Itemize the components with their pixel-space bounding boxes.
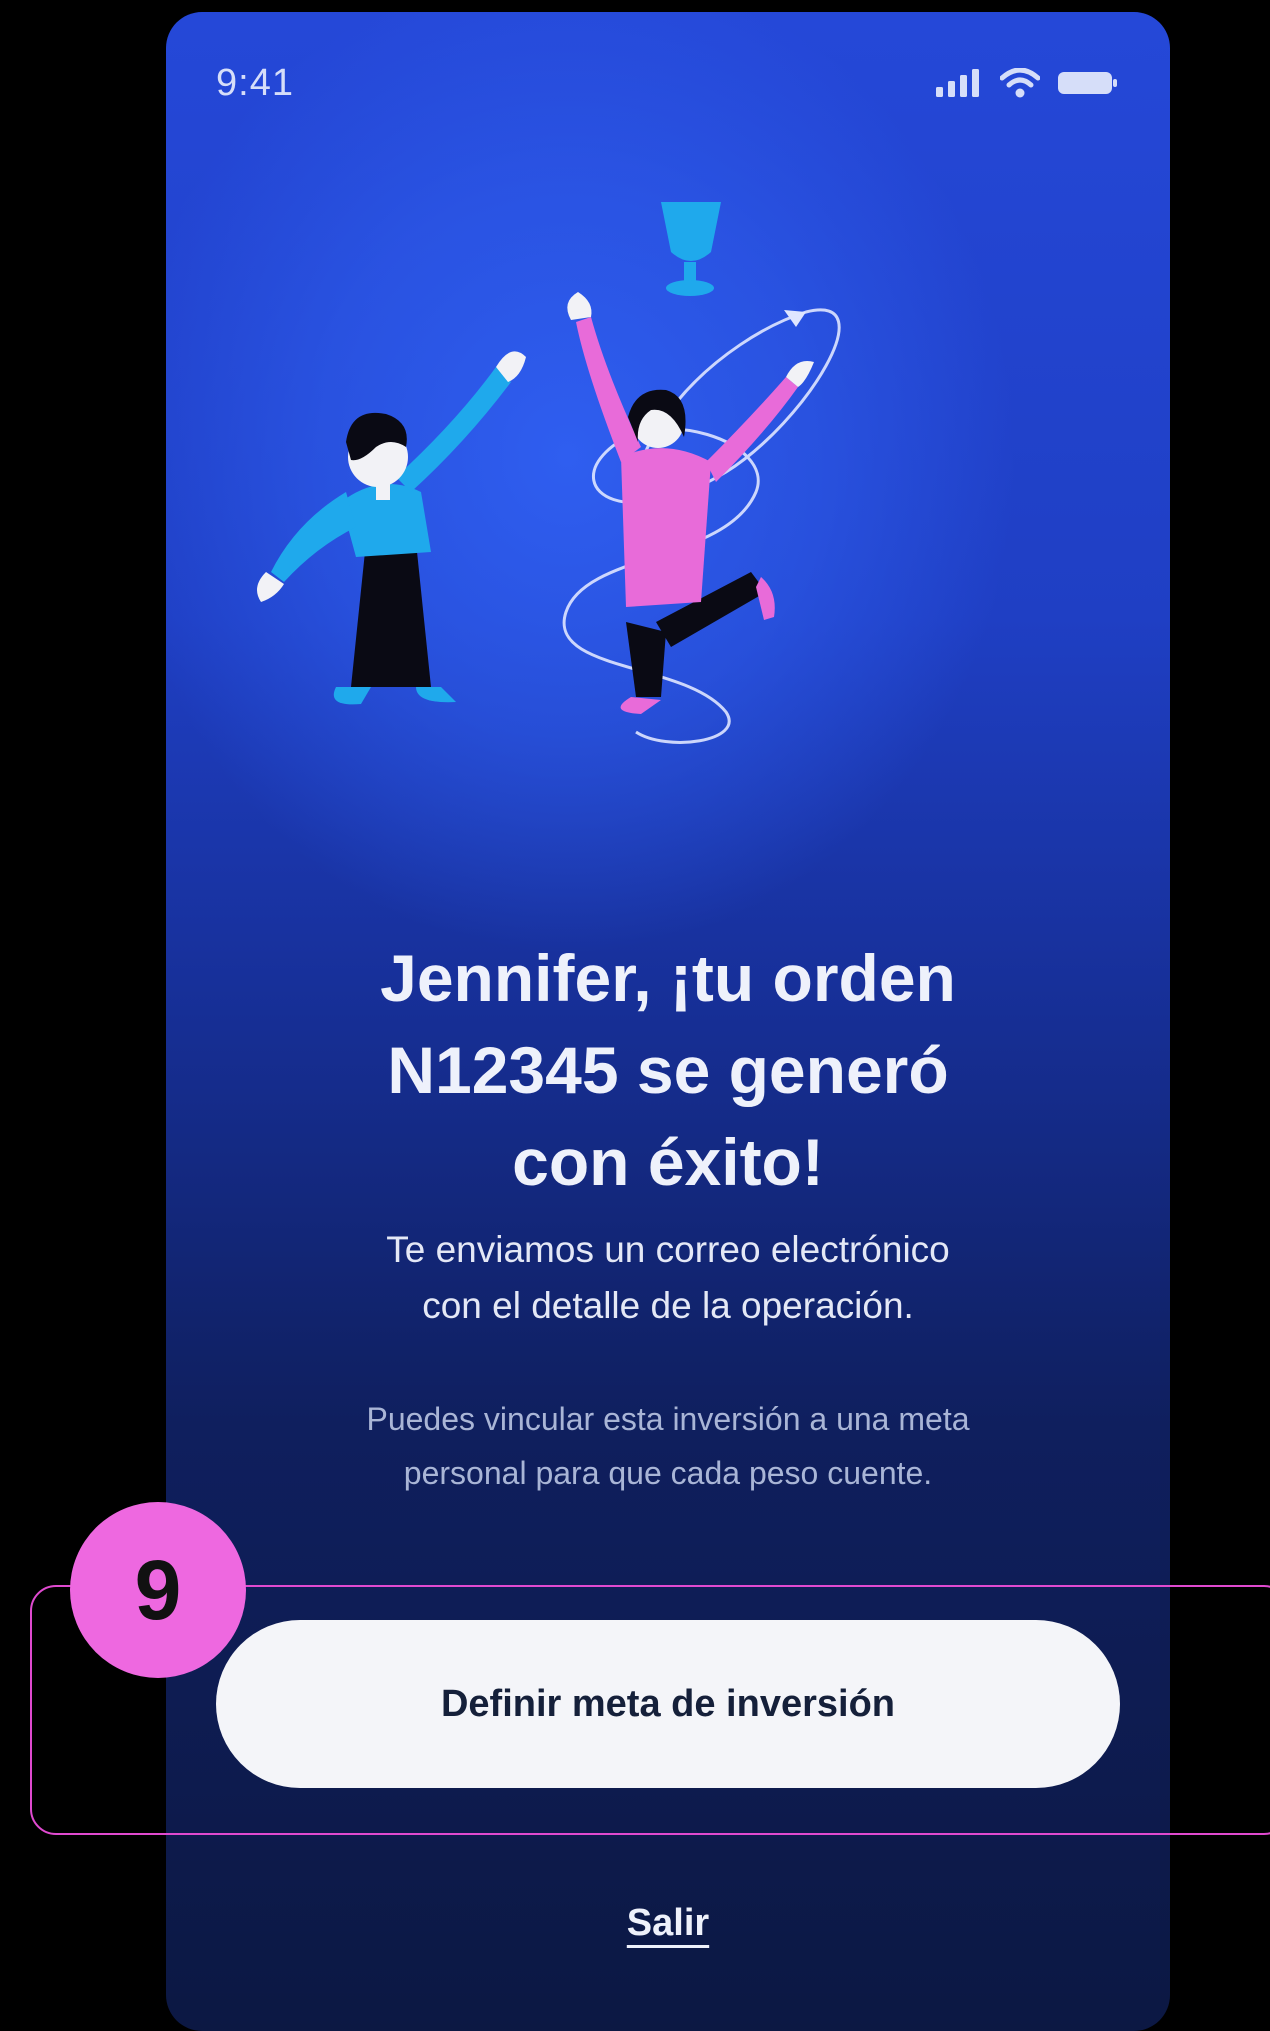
exit-container: Salir bbox=[166, 1902, 1170, 1945]
man-figure bbox=[257, 351, 526, 705]
message-line-2: con el detalle de la operación. bbox=[422, 1285, 914, 1326]
heading-line-2: N12345 se generó bbox=[387, 1033, 949, 1107]
heading-line-3: con éxito! bbox=[512, 1125, 824, 1199]
woman-figure bbox=[567, 292, 814, 714]
message-line-1: Te enviamos un correo electrónico bbox=[386, 1229, 950, 1270]
annotation-badge: 9 bbox=[70, 1502, 246, 1678]
heading-line-1: Jennifer, ¡tu orden bbox=[380, 941, 956, 1015]
battery-icon bbox=[1058, 72, 1117, 94]
hint-line-2: personal para que cada peso cuente. bbox=[403, 1455, 933, 1491]
status-time: 9:41 bbox=[216, 62, 294, 104]
status-icons bbox=[936, 68, 1118, 98]
cellular-signal-icon bbox=[936, 69, 979, 97]
trophy bbox=[661, 202, 721, 296]
hint-line-1: Puedes vincular esta inversión a una met… bbox=[366, 1401, 970, 1437]
email-confirmation-text: Te enviamos un correo electrónico con el… bbox=[166, 1222, 1170, 1334]
celebration-illustration bbox=[257, 202, 841, 744]
exit-link[interactable]: Salir bbox=[627, 1902, 709, 1944]
goal-hint-text: Puedes vincular esta inversión a una met… bbox=[166, 1392, 1170, 1500]
wifi-icon bbox=[1000, 68, 1040, 98]
success-heading: Jennifer, ¡tu orden N12345 se generó con… bbox=[166, 932, 1170, 1208]
